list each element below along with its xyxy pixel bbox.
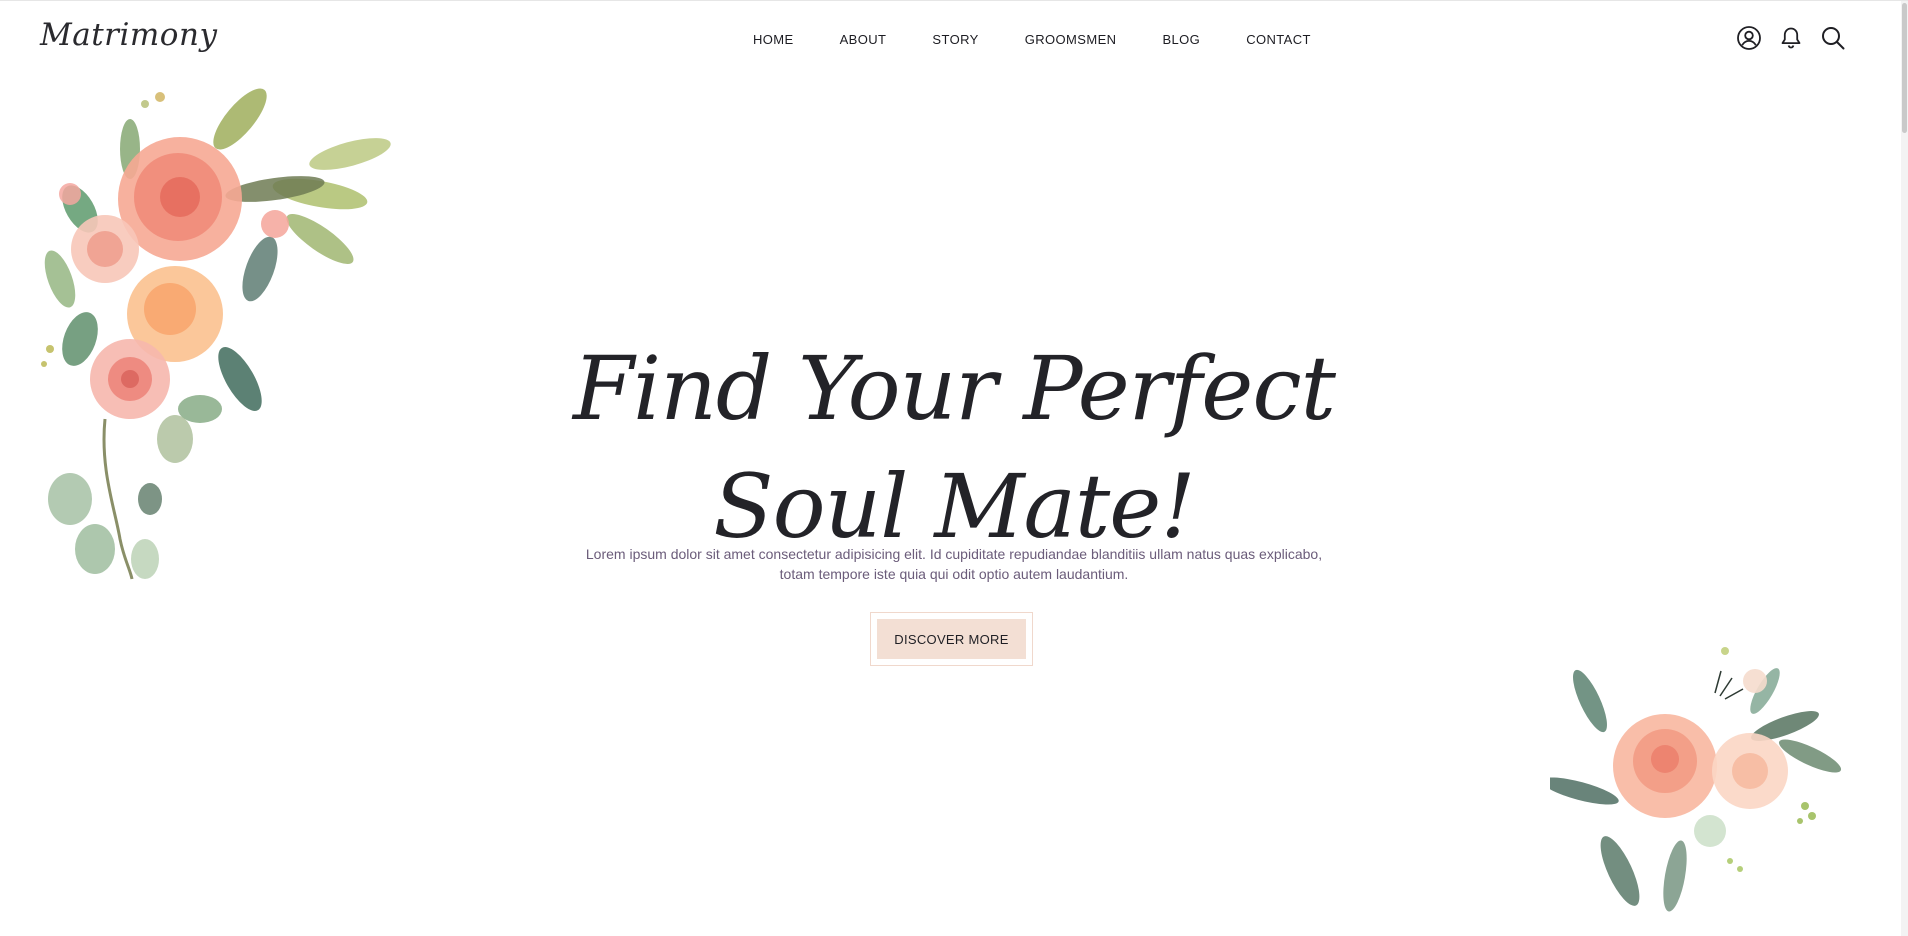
user-icon[interactable]	[1736, 25, 1762, 51]
search-icon[interactable]	[1820, 25, 1846, 51]
header-icons	[1736, 25, 1846, 51]
nav-home[interactable]: HOME	[753, 31, 794, 49]
nav-groomsmen[interactable]: GROOMSMEN	[1025, 31, 1117, 49]
hero-description: Lorem ipsum dolor sit amet consectetur a…	[554, 544, 1354, 584]
page: Matrimony HOME ABOUT STORY GROOMSMEN BLO…	[0, 0, 1908, 936]
bell-icon[interactable]	[1778, 25, 1804, 51]
hero-description-line-1: Lorem ipsum dolor sit amet consectetur a…	[585, 546, 1323, 562]
floral-decoration-left	[41, 88, 391, 580]
scrollbar-thumb[interactable]	[1902, 3, 1907, 133]
nav-contact[interactable]: CONTACT	[1246, 31, 1311, 49]
hero-title-line-1: Find Your Perfect	[572, 336, 1336, 440]
hero-title: Find Your Perfect Soul Mate!	[454, 330, 1454, 566]
main-nav: HOME ABOUT STORY GROOMSMEN BLOG CONTACT	[753, 31, 1311, 49]
nav-story[interactable]: STORY	[932, 31, 978, 49]
discover-more-button[interactable]: DISCOVER MORE	[877, 619, 1026, 659]
brand-logo[interactable]: Matrimony	[40, 17, 217, 53]
hero-description-line-2: totam tempore iste quia qui odit optio a…	[779, 566, 1129, 582]
nav-blog[interactable]: BLOG	[1162, 31, 1200, 49]
floral-decoration-right	[1550, 647, 1842, 912]
page-scrollbar[interactable]	[1901, 1, 1908, 936]
nav-about[interactable]: ABOUT	[840, 31, 887, 49]
discover-more-frame: DISCOVER MORE	[870, 612, 1033, 666]
